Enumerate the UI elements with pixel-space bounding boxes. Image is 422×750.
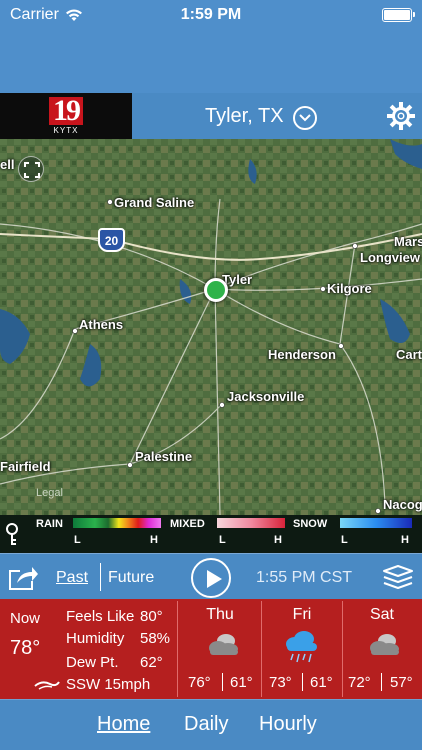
chevron-down-icon (299, 114, 311, 122)
tab-home[interactable]: Home (97, 713, 150, 736)
wifi-icon (65, 9, 82, 21)
forecast-day-sat[interactable]: Sat 72° 57° (343, 599, 422, 699)
high-temp: 76° (188, 674, 211, 691)
cloudy-icon (370, 634, 399, 655)
expand-icon (24, 162, 40, 178)
map-label: Marsh (394, 234, 422, 249)
high-temp: 72° (348, 674, 371, 691)
radar-map[interactable]: ell Grand Saline 20 Tyler Marsh Longview… (0, 139, 422, 515)
play-button[interactable] (191, 558, 231, 598)
map-label: Longview (360, 250, 420, 265)
current-temperature: 78° (10, 637, 41, 659)
current-conditions[interactable]: Now 78° Feels Like 80° Humidity 58% Dew … (0, 599, 176, 699)
logo-number: 19 (49, 96, 83, 126)
map-label: Athens (79, 317, 124, 332)
tab-hourly[interactable]: Hourly (259, 713, 317, 736)
wind-icon (34, 681, 60, 690)
forecast-panel: Now 78° Feels Like 80° Humidity 58% Dew … (0, 599, 422, 699)
location-dropdown-button[interactable] (293, 106, 317, 130)
interstate-shield: 20 (98, 228, 125, 252)
day-name: Fri (292, 606, 312, 623)
mixed-gradient (217, 518, 285, 528)
legal-link[interactable]: Legal (36, 487, 63, 499)
future-toggle[interactable]: Future (108, 569, 154, 587)
toggle-divider (100, 563, 101, 591)
forecast-day-fri[interactable]: Fri 73° 61° (262, 599, 342, 699)
map-label: Henderson (268, 347, 336, 362)
mixed-legend-label: MIXED (170, 518, 205, 530)
rain-light-label: L (74, 534, 81, 546)
radar-timestamp: 1:55 PM CST (256, 569, 353, 586)
map-label: Jacksonville (227, 389, 305, 404)
snow-light-label: L (341, 534, 348, 546)
mixed-heavy-label: H (274, 534, 282, 546)
temp-separator (381, 673, 382, 691)
map-label: ell (0, 157, 15, 172)
radar-controls: Past Future 1:55 PM CST (0, 553, 422, 599)
bottom-tab-bar: Home Daily Hourly (0, 699, 422, 750)
map-label: Fairfield (0, 459, 51, 474)
share-icon[interactable] (8, 563, 38, 591)
expand-map-button[interactable] (18, 156, 44, 182)
settings-gear-icon[interactable] (386, 101, 416, 131)
feels-like-value: 80° (140, 608, 163, 625)
map-background (0, 139, 422, 515)
layers-icon[interactable] (382, 564, 414, 590)
map-label: Palestine (135, 449, 193, 464)
logo-call-letters: KYTX (53, 126, 79, 135)
map-label: Kilgore (327, 281, 372, 296)
tab-daily[interactable]: Daily (184, 713, 228, 736)
forecast-day-thu[interactable]: Thu 76° 61° (178, 599, 261, 699)
snow-gradient (340, 518, 412, 528)
key-icon (6, 523, 18, 545)
radar-legend: RAIN L H MIXED L H SNOW L H (0, 515, 422, 553)
high-temp: 73° (269, 674, 292, 691)
low-temp: 61° (230, 674, 253, 691)
low-temp: 61° (310, 674, 333, 691)
humidity-label: Humidity (66, 630, 125, 647)
carrier-label: Carrier (10, 6, 59, 23)
app-header: 19 KYTX Tyler, TX (0, 93, 422, 139)
humidity-value: 58% (140, 630, 171, 647)
map-label: Nacog (383, 497, 422, 512)
snow-legend-label: SNOW (293, 518, 328, 530)
snow-heavy-label: H (401, 534, 409, 546)
low-temp: 57° (390, 674, 413, 691)
dew-point-label: Dew Pt. (66, 654, 119, 671)
location-name[interactable]: Tyler, TX (205, 105, 284, 128)
day-name: Sat (369, 606, 394, 623)
rain-icon (286, 631, 317, 663)
interstate-number: 20 (104, 234, 119, 248)
rain-gradient (73, 518, 161, 528)
day-name: Thu (206, 606, 234, 623)
mixed-light-label: L (219, 534, 226, 546)
battery-icon (382, 8, 415, 22)
current-location-marker (204, 278, 228, 302)
temp-separator (222, 673, 223, 691)
map-label: Grand Saline (114, 195, 195, 210)
rain-legend-label: RAIN (36, 518, 63, 530)
feels-like-label: Feels Like (66, 608, 135, 625)
status-bar: Carrier 1:59 PM (0, 0, 422, 30)
past-toggle[interactable]: Past (56, 569, 88, 587)
station-logo: 19 KYTX (0, 93, 132, 139)
rain-heavy-label: H (150, 534, 158, 546)
nav-band (0, 30, 422, 93)
now-label: Now (10, 610, 41, 627)
map-label: Cart (396, 347, 422, 362)
temp-separator (302, 673, 303, 691)
wind-value: SSW 15mph (66, 676, 151, 693)
cloudy-icon (209, 634, 238, 655)
dew-point-value: 62° (140, 654, 163, 671)
